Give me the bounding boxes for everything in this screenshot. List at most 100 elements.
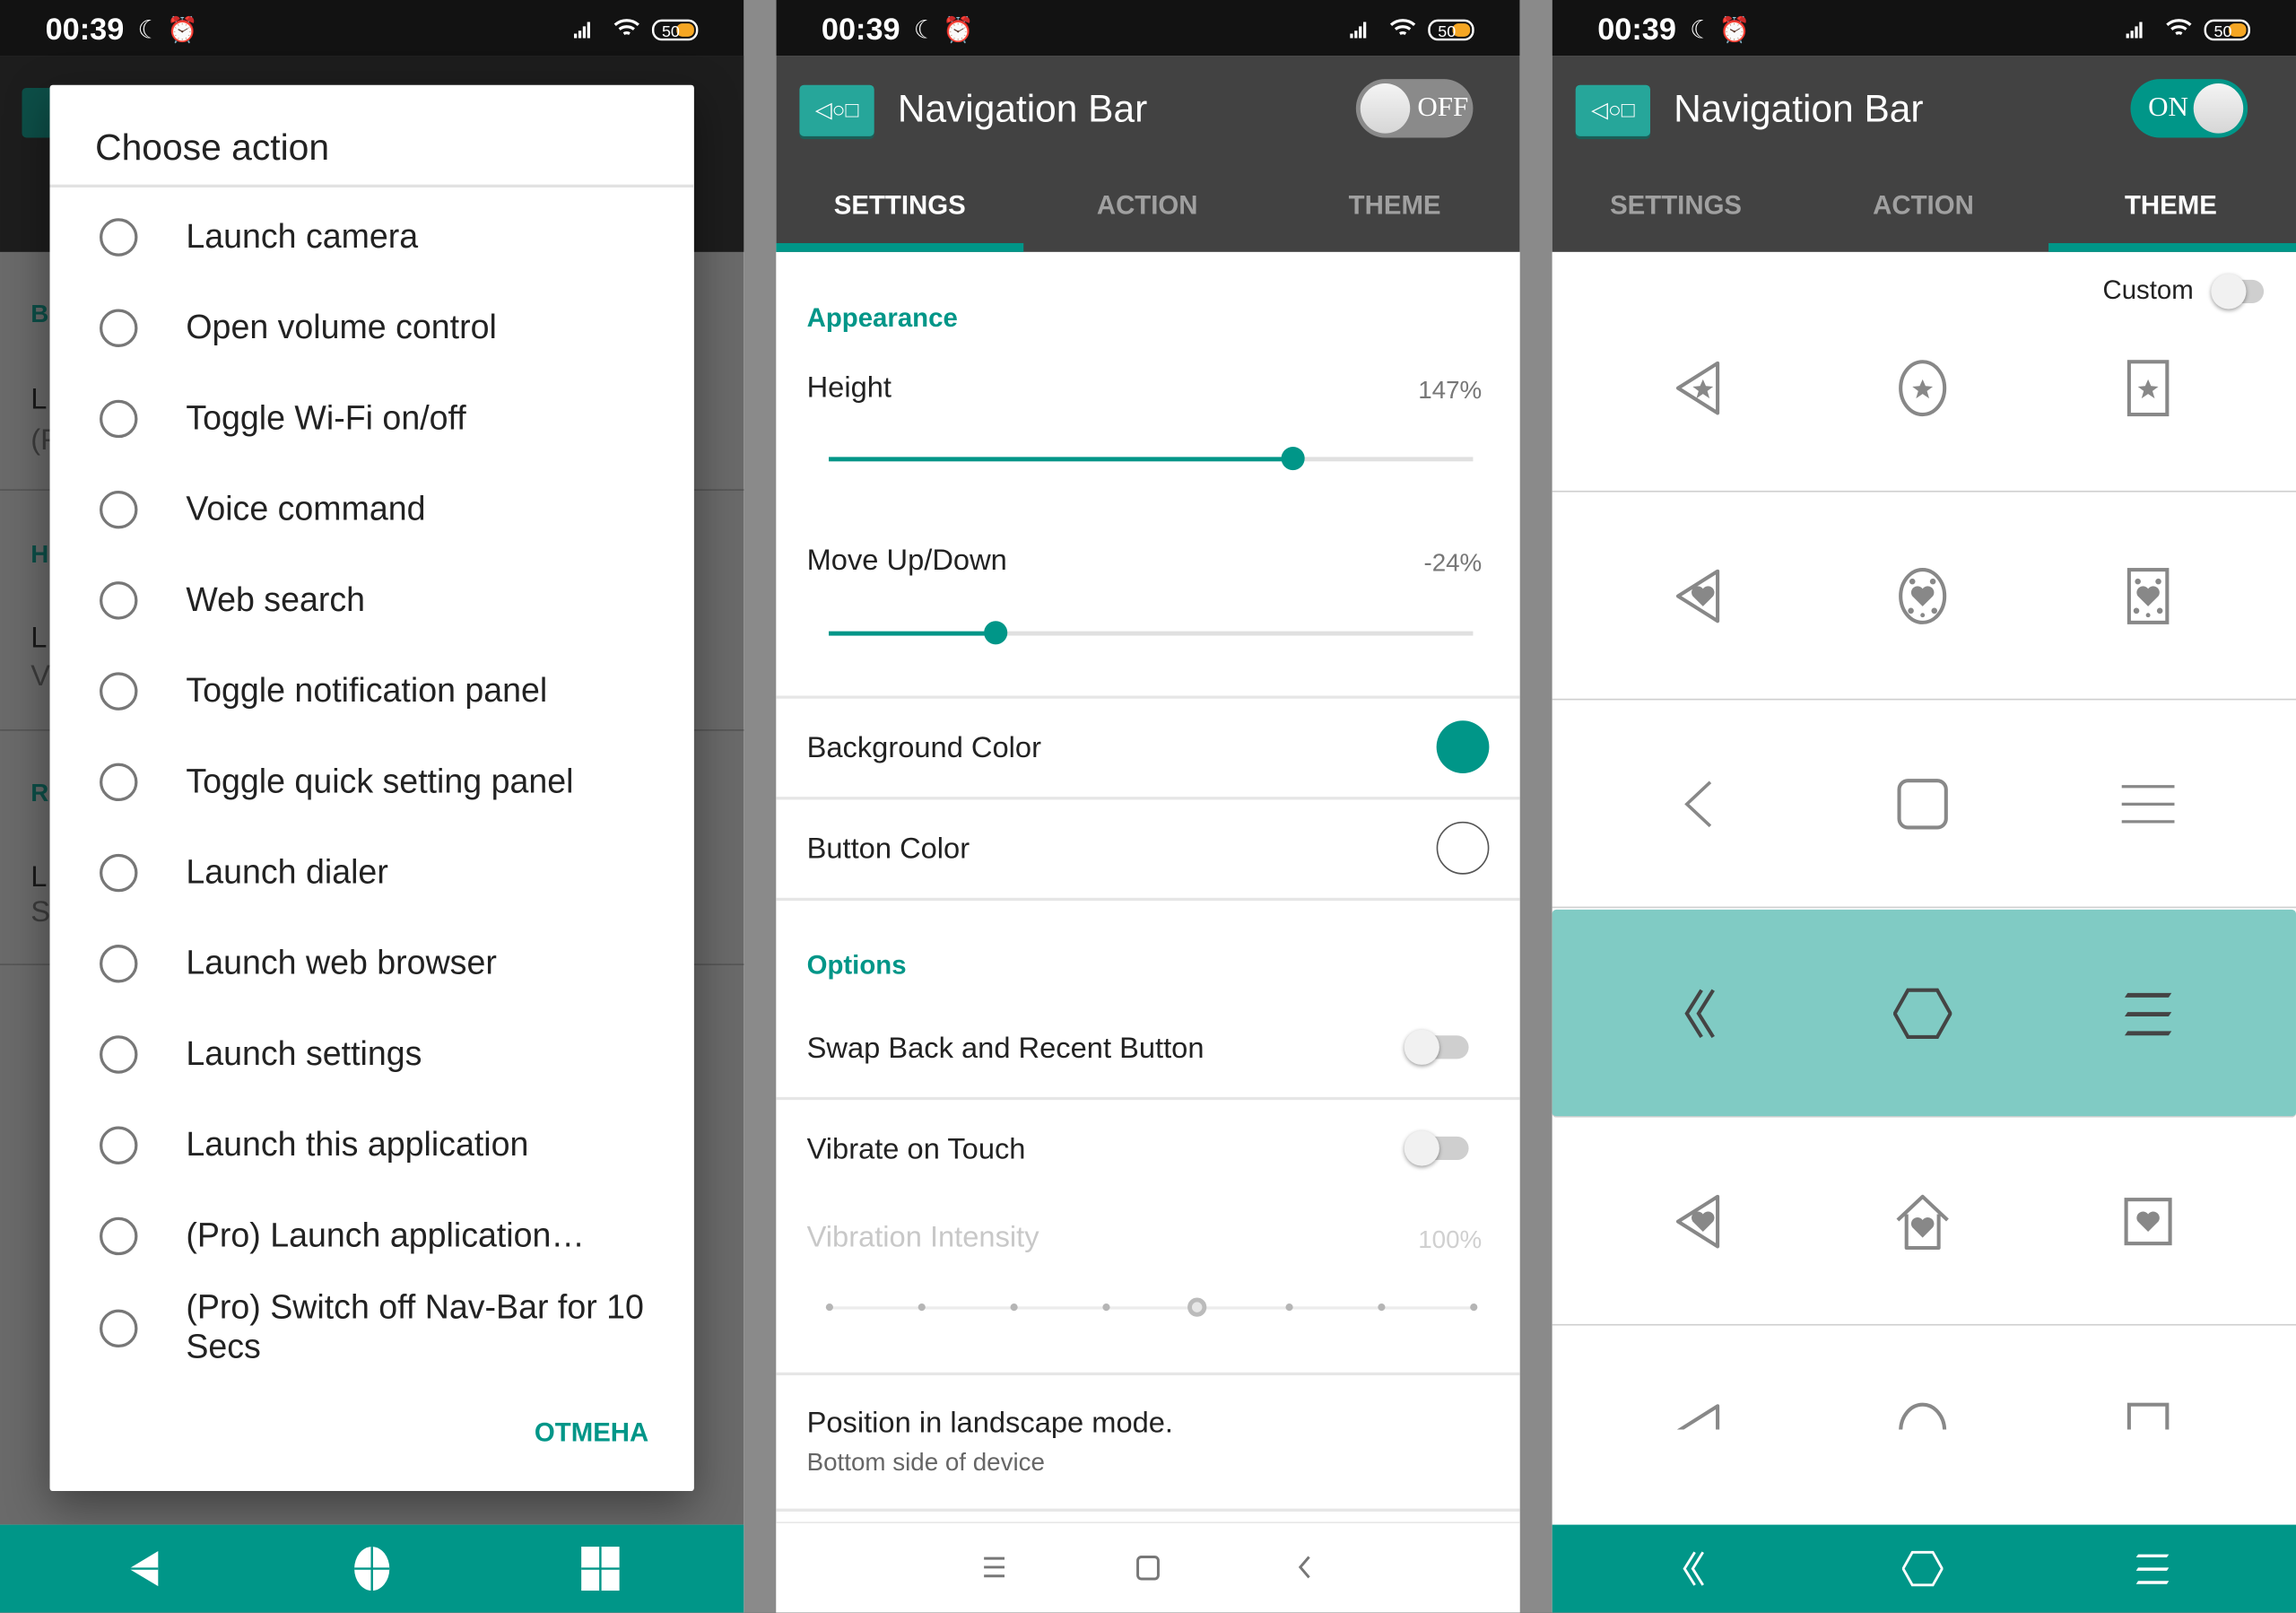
action-option[interactable]: Launch camera xyxy=(50,196,694,278)
app-bar: ◁○□ Navigation Bar OFF SETTINGS ACTION T… xyxy=(776,56,1520,252)
signal-wifi-battery-icons: 50 xyxy=(1347,18,1479,48)
rect-star-icon xyxy=(2118,359,2177,417)
height-label: Height xyxy=(806,371,891,405)
triangle-star-icon xyxy=(1669,359,1727,417)
tab-theme[interactable]: THEME xyxy=(1271,190,1518,221)
theme-row[interactable] xyxy=(1552,493,2296,701)
landscape-label[interactable]: Position in landscape mode. xyxy=(807,1408,1173,1442)
moon-alarm-icons: ☾ ⏰ xyxy=(1690,15,1751,44)
vibrate-toggle[interactable] xyxy=(1404,1130,1469,1166)
divider xyxy=(776,1372,1520,1376)
square-heart-icon xyxy=(2118,1192,2177,1251)
navigation-bar xyxy=(1552,1524,2296,1613)
action-option-label: Launch settings xyxy=(186,1033,422,1073)
background-text-fragment: L xyxy=(30,622,48,655)
radio-button[interactable] xyxy=(100,218,138,257)
move-slider[interactable] xyxy=(829,621,1474,645)
action-option[interactable]: Launch settings xyxy=(50,1014,694,1095)
theme-row[interactable] xyxy=(1552,1327,2296,1535)
tab-settings[interactable]: SETTINGS xyxy=(1552,190,1800,221)
theme-row[interactable] xyxy=(1552,284,2296,493)
choose-action-dialog: Choose action Launch camera Open volume c… xyxy=(49,84,694,1492)
action-option[interactable]: Toggle Wi-Fi on/off xyxy=(50,378,694,459)
middle-phone-screen: 00:39 ☾ ⏰ 50 ◁○□ Navigation Bar OFF SETT… xyxy=(776,0,1520,1613)
radio-button[interactable] xyxy=(100,853,138,893)
action-option[interactable]: Launch dialer xyxy=(50,832,694,913)
background-color-swatch[interactable] xyxy=(1436,720,1490,774)
action-option[interactable]: Launch this application xyxy=(50,1104,694,1186)
square-home-icon[interactable] xyxy=(1125,1544,1171,1591)
radio-button[interactable] xyxy=(100,1126,138,1164)
action-option[interactable]: (Pro) Launch application… xyxy=(50,1195,694,1277)
three-lines-icon xyxy=(2118,775,2177,833)
app-logo-icon: ◁○□ xyxy=(799,84,874,136)
svg-text:50: 50 xyxy=(1438,22,1456,40)
oval-home-icon[interactable] xyxy=(349,1545,396,1591)
window-recent-icon[interactable] xyxy=(577,1545,623,1591)
svg-text:50: 50 xyxy=(2214,22,2232,40)
vibration-intensity-slider[interactable] xyxy=(825,1297,1478,1317)
tab-theme[interactable]: THEME xyxy=(2047,190,2294,221)
radio-button[interactable] xyxy=(100,1035,138,1074)
height-slider-fill xyxy=(829,457,1293,462)
action-option[interactable]: Web search xyxy=(50,560,694,641)
app-title: Navigation Bar xyxy=(897,86,1148,131)
tab-action[interactable]: ACTION xyxy=(1800,190,2048,221)
circle-hearts-icon xyxy=(1893,567,1952,625)
slanted-lines-icon[interactable] xyxy=(2132,1548,2173,1590)
background-text-fragment: H xyxy=(30,540,49,569)
action-option-label: (Pro) Launch application… xyxy=(186,1216,585,1254)
action-option-label: Launch camera xyxy=(186,216,419,256)
action-option[interactable]: (Pro) Switch off Nav-Bar for 10 Secs xyxy=(50,1287,694,1369)
status-time: 00:39 xyxy=(821,13,900,48)
status-bar: 00:39 ☾ ⏰ 50 xyxy=(1552,0,2296,57)
swap-toggle[interactable] xyxy=(1404,1029,1469,1065)
radio-button[interactable] xyxy=(100,1309,138,1348)
radio-button[interactable] xyxy=(100,763,138,802)
vibration-slider-step xyxy=(1285,1303,1294,1312)
action-option-label: Toggle notification panel xyxy=(186,670,548,710)
action-option[interactable]: Toggle quick setting panel xyxy=(50,741,694,823)
move-slider-fill xyxy=(829,631,996,636)
menu-icon[interactable] xyxy=(970,1544,1017,1591)
height-slider[interactable] xyxy=(829,446,1474,471)
theme-row[interactable] xyxy=(1552,700,2296,909)
swap-label: Swap Back and Recent Button xyxy=(806,1033,1205,1065)
button-color-swatch[interactable] xyxy=(1436,821,1490,875)
background-text-fragment: B xyxy=(30,300,49,328)
service-toggle[interactable]: ON xyxy=(2130,79,2248,138)
vibration-slider-step xyxy=(825,1303,833,1312)
radio-button[interactable] xyxy=(100,1216,138,1256)
radio-button[interactable] xyxy=(100,309,138,347)
radio-button[interactable] xyxy=(100,945,138,983)
service-toggle[interactable]: OFF xyxy=(1355,79,1474,138)
radio-button[interactable] xyxy=(100,399,138,439)
action-option[interactable]: Toggle notification panel xyxy=(50,650,694,732)
slanted-lines-icon xyxy=(2118,984,2177,1042)
action-option[interactable]: Launch web browser xyxy=(50,923,694,1005)
triangle-back-icon[interactable] xyxy=(123,1545,170,1591)
theme-row-selected[interactable] xyxy=(1552,909,2296,1118)
circle-star-icon xyxy=(1893,359,1952,417)
right-phone-screen: 00:39 ☾ ⏰ 50 ◁○□ Navigation Bar ON SETTI… xyxy=(1552,0,2296,1613)
tab-settings[interactable]: SETTINGS xyxy=(776,190,1023,221)
theme-row[interactable] xyxy=(1552,1118,2296,1326)
vibration-intensity-label: Vibration Intensity xyxy=(806,1221,1039,1254)
house-heart-icon xyxy=(1893,1192,1952,1251)
move-slider-thumb[interactable] xyxy=(984,621,1008,645)
action-option[interactable]: Open volume control xyxy=(50,287,694,369)
double-chevron-icon[interactable] xyxy=(1672,1548,1713,1590)
height-slider-thumb[interactable] xyxy=(1281,446,1305,471)
radio-button[interactable] xyxy=(100,581,138,620)
chevron-back-icon[interactable] xyxy=(1282,1544,1328,1591)
vibration-slider-thumb[interactable] xyxy=(1187,1297,1207,1317)
cancel-button[interactable]: OTMEHA xyxy=(535,1417,648,1448)
action-option[interactable]: Voice command xyxy=(50,468,694,550)
app-title: Navigation Bar xyxy=(1674,86,1924,131)
hexagon-icon[interactable] xyxy=(1902,1548,1944,1590)
tab-action[interactable]: ACTION xyxy=(1023,190,1271,221)
radio-button[interactable] xyxy=(100,490,138,529)
vibration-slider-step xyxy=(1101,1303,1109,1312)
radio-button[interactable] xyxy=(100,672,138,711)
moon-alarm-icons: ☾ ⏰ xyxy=(913,15,974,44)
